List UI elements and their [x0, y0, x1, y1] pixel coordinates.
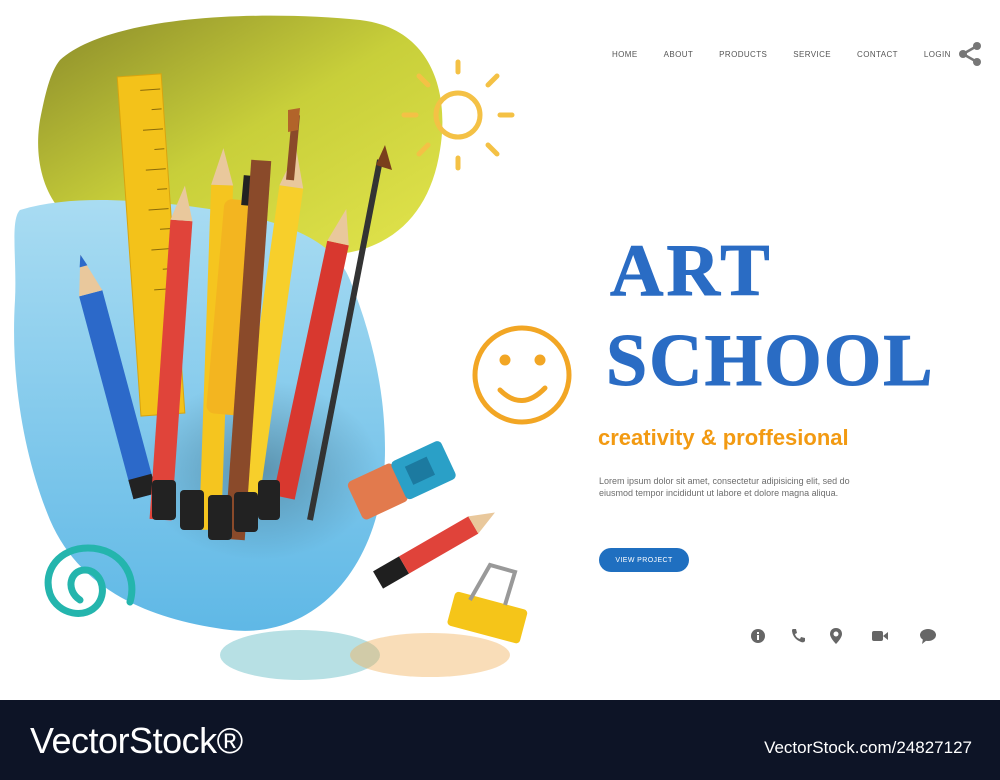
hero-section: HOME ABOUT PRODUCTS SERVICE CONTACT LOGI…: [0, 0, 1000, 700]
nav-service[interactable]: SERVICE: [793, 48, 831, 62]
main-navigation: HOME ABOUT PRODUCTS SERVICE CONTACT LOGI…: [600, 48, 977, 62]
info-icon[interactable]: [748, 626, 768, 646]
tagline: creativity & proffesional: [598, 425, 849, 450]
contact-icons: [748, 626, 948, 648]
landing-page: HOME ABOUT PRODUCTS SERVICE CONTACT LOGI…: [0, 0, 1000, 780]
paint-dust: [220, 630, 510, 680]
nav-home[interactable]: HOME: [612, 48, 638, 62]
share-icon[interactable]: [958, 41, 982, 67]
video-icon[interactable]: [870, 626, 890, 646]
small-pencil: [373, 512, 495, 589]
nav-login[interactable]: LOGIN: [924, 48, 951, 62]
title-line-school: SCHOOL: [606, 320, 935, 402]
nav-about[interactable]: ABOUT: [664, 48, 694, 62]
binder-clip: [447, 562, 528, 644]
page-title: ART SCHOOL: [606, 230, 935, 403]
chat-icon[interactable]: [918, 626, 938, 646]
art-supplies-illustration: [14, 15, 572, 680]
phone-icon[interactable]: [788, 626, 808, 646]
watermark-logo: VectorStock®: [30, 720, 243, 761]
title-line-art: ART: [610, 230, 773, 312]
smiley-doodle: [472, 325, 572, 425]
description: Lorem ipsum dolor sit amet, consectetur …: [599, 476, 850, 498]
nav-products[interactable]: PRODUCTS: [719, 48, 767, 62]
watermark-url: VectorStock.com/24827127: [764, 738, 972, 757]
view-project-button[interactable]: VIEW PROJECT: [599, 548, 689, 572]
location-icon[interactable]: [826, 626, 846, 646]
nav-contact[interactable]: CONTACT: [857, 48, 898, 62]
